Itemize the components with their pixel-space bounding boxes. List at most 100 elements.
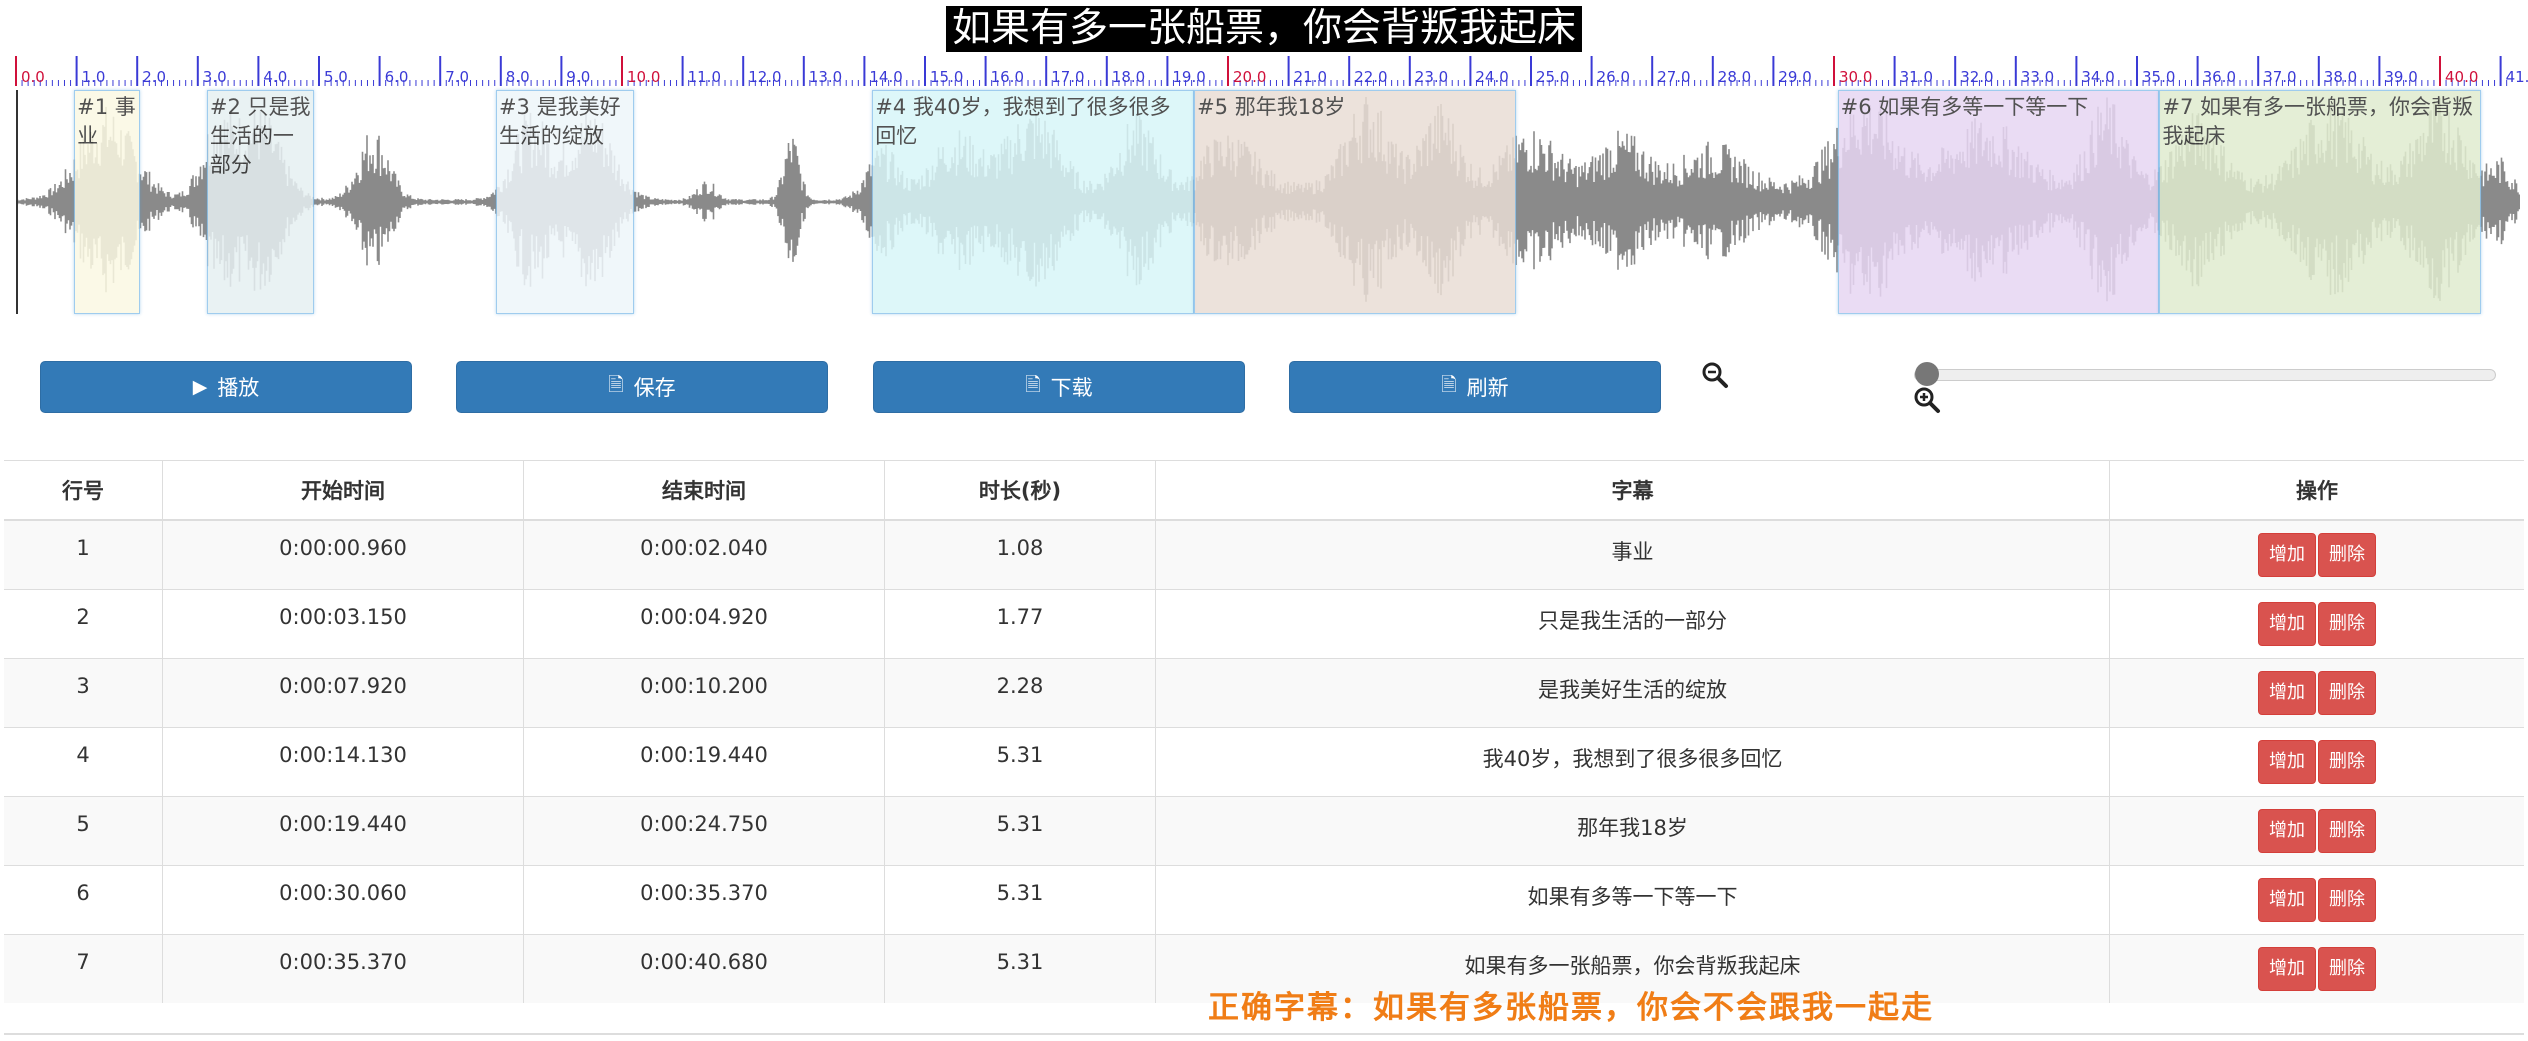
ruler-tick-label: 12.0 <box>748 68 781 86</box>
cell-end-time: 0:00:04.920 <box>523 588 885 658</box>
cell-start-time: 0:00:07.920 <box>162 657 524 727</box>
ruler-tick-label: 35.0 <box>2142 68 2175 86</box>
subtitle-region[interactable]: #1 事业 <box>74 90 140 314</box>
subtitle-region[interactable]: #2 只是我生活的一部分 <box>206 90 315 314</box>
cell-start-time: 0:00:30.060 <box>162 864 524 934</box>
ruler-tick-label: 41.0 <box>2506 68 2528 86</box>
subtitle-table: 行号 开始时间 结束时间 时长(秒) 字幕 操作 1 0:00:00.960 0:0… <box>4 460 2524 1003</box>
zoom-slider-track[interactable] <box>1914 369 2496 381</box>
subtitle-region[interactable]: #6 如果有多等一下等一下 <box>1837 90 2160 314</box>
table-bottom-divider <box>4 1033 2524 1035</box>
save-button[interactable]: 🗎 保存 <box>456 361 828 413</box>
add-row-button[interactable]: 增加 <box>2258 601 2316 646</box>
ruler-tick-label: 21.0 <box>1294 68 1327 86</box>
cell-start-time: 0:00:00.960 <box>162 519 524 589</box>
ruler-tick-label: 7.0 <box>445 68 469 86</box>
ruler-tick-label: 10.0 <box>627 68 660 86</box>
delete-row-button[interactable]: 删除 <box>2318 877 2376 922</box>
header-end-time: 结束时间 <box>523 460 885 521</box>
cell-start-time: 0:00:19.440 <box>162 795 524 865</box>
cell-subtitle[interactable]: 是我美好生活的绽放 <box>1155 657 2110 727</box>
ruler-tick-label: 3.0 <box>203 68 227 86</box>
download-button[interactable]: 🗎 下载 <box>873 361 1245 413</box>
refresh-label: 刷新 <box>1466 376 1509 400</box>
ruler-tick-label: 20.0 <box>1233 68 1266 86</box>
ruler-tick-label: 13.0 <box>809 68 842 86</box>
cell-subtitle[interactable]: 如果有多等一下等一下 <box>1155 864 2110 934</box>
ruler-tick-label: 24.0 <box>1475 68 1508 86</box>
table-row: 6 0:00:30.060 0:00:35.370 5.31 如果有多等一下等一下 增加删… <box>4 864 2524 934</box>
ruler-tick-label: 33.0 <box>2021 68 2054 86</box>
cell-end-time: 0:00:24.750 <box>523 795 885 865</box>
save-label: 保存 <box>633 376 676 400</box>
ruler-tick-label: 6.0 <box>385 68 409 86</box>
add-row-button[interactable]: 增加 <box>2258 877 2316 922</box>
ruler-tick-label: 2.0 <box>142 68 166 86</box>
cell-subtitle[interactable]: 我40岁，我想到了很多很多回忆 <box>1155 726 2110 796</box>
cell-actions: 增加 删除 <box>2109 726 2524 796</box>
ruler-tick-label: 1.0 <box>82 68 106 86</box>
ruler-tick-label: 32.0 <box>1960 68 1993 86</box>
region-label: #5 那年我18岁 <box>1197 95 1346 119</box>
delete-row-button[interactable]: 删除 <box>2318 808 2376 853</box>
cell-end-time: 0:00:02.040 <box>523 519 885 589</box>
delete-row-button[interactable]: 删除 <box>2318 946 2376 991</box>
cell-subtitle[interactable]: 只是我生活的一部分 <box>1155 588 2110 658</box>
header-actions: 操作 <box>2109 460 2524 521</box>
cell-subtitle[interactable]: 事业 <box>1155 519 2110 589</box>
cell-duration: 1.77 <box>884 588 1156 658</box>
ruler-tick-label: 0.0 <box>21 68 45 86</box>
cell-subtitle[interactable]: 那年我18岁 <box>1155 795 2110 865</box>
add-row-button[interactable]: 增加 <box>2258 670 2316 715</box>
waveform-area[interactable]: #1 事业 #2 只是我生活的一部分 #3 是我美好生活的绽放 #4 我40岁，我想到… <box>16 90 2520 316</box>
add-row-button[interactable]: 增加 <box>2258 533 2316 577</box>
file-icon: 🗎 <box>1441 374 1457 396</box>
cell-duration: 1.08 <box>884 519 1156 589</box>
delete-row-button[interactable]: 删除 <box>2318 670 2376 715</box>
ruler-tick-label: 26.0 <box>1597 68 1630 86</box>
cell-row-no: 3 <box>4 657 163 727</box>
add-row-button[interactable]: 增加 <box>2258 808 2316 853</box>
cell-actions: 增加 删除 <box>2109 933 2524 1003</box>
subtitle-preview: 如果有多一张船票，你会背叛我起床 <box>945 6 1583 52</box>
header-start-time: 开始时间 <box>162 460 524 521</box>
cell-row-no: 2 <box>4 588 163 658</box>
cell-duration: 5.31 <box>884 864 1156 934</box>
refresh-button[interactable]: 🗎 刷新 <box>1289 361 1661 413</box>
ruler-tick-label: 38.0 <box>2324 68 2357 86</box>
cell-end-time: 0:00:10.200 <box>523 657 885 727</box>
zoom-out-icon[interactable] <box>1700 360 1730 390</box>
cell-duration: 5.31 <box>884 933 1156 1003</box>
cell-actions: 增加 删除 <box>2109 588 2524 658</box>
region-label: #1 事业 <box>77 95 136 148</box>
cell-actions: 增加 删除 <box>2109 795 2524 865</box>
zoom-slider-thumb[interactable] <box>1915 362 1939 386</box>
delete-row-button[interactable]: 删除 <box>2318 739 2376 784</box>
ruler-tick-label: 5.0 <box>324 68 348 86</box>
zoom-in-icon[interactable] <box>1912 385 1942 415</box>
table-row: 3 0:00:07.920 0:00:10.200 2.28 是我美好生活的绽放 增加 删除 <box>4 657 2524 727</box>
subtitle-region[interactable]: #4 我40岁，我想到了很多很多回忆 <box>872 90 1195 314</box>
subtitle-region[interactable]: #7 如果有多一张船票，你会背叛我起床 <box>2159 90 2482 314</box>
play-button[interactable]: ▶ 播放 <box>40 361 412 413</box>
cell-row-no: 1 <box>4 519 163 589</box>
table-header-row: 行号 开始时间 结束时间 时长(秒) 字幕 操作 <box>4 460 2524 521</box>
cell-end-time: 0:00:35.370 <box>523 864 885 934</box>
add-row-button[interactable]: 增加 <box>2258 739 2316 784</box>
add-row-button[interactable]: 增加 <box>2258 946 2316 991</box>
ruler-tick-label: 36.0 <box>2203 68 2236 86</box>
cell-row-no: 6 <box>4 864 163 934</box>
ruler-tick-label: 9.0 <box>566 68 590 86</box>
header-subtitle: 字幕 <box>1155 460 2110 521</box>
table-row: 4 0:00:14.130 0:00:19.440 5.31 我40岁，我想到了很多很多… <box>4 726 2524 796</box>
table-row: 2 0:00:03.150 0:00:04.920 1.77 只是我生活的一部分 增加 删除 <box>4 588 2524 658</box>
file-icon: 🗎 <box>608 374 624 396</box>
delete-row-button[interactable]: 删除 <box>2318 533 2376 577</box>
subtitle-region[interactable]: #5 那年我18岁 <box>1194 90 1516 314</box>
ruler-tick-label: 15.0 <box>930 68 963 86</box>
subtitle-region[interactable]: #3 是我美好生活的绽放 <box>495 90 635 314</box>
delete-row-button[interactable]: 删除 <box>2318 601 2376 646</box>
ruler-tick-label: 16.0 <box>991 68 1024 86</box>
table-row: 5 0:00:19.440 0:00:24.750 5.31 那年我18岁 增加 删除 <box>4 795 2524 865</box>
ruler-tick-label: 28.0 <box>1718 68 1751 86</box>
